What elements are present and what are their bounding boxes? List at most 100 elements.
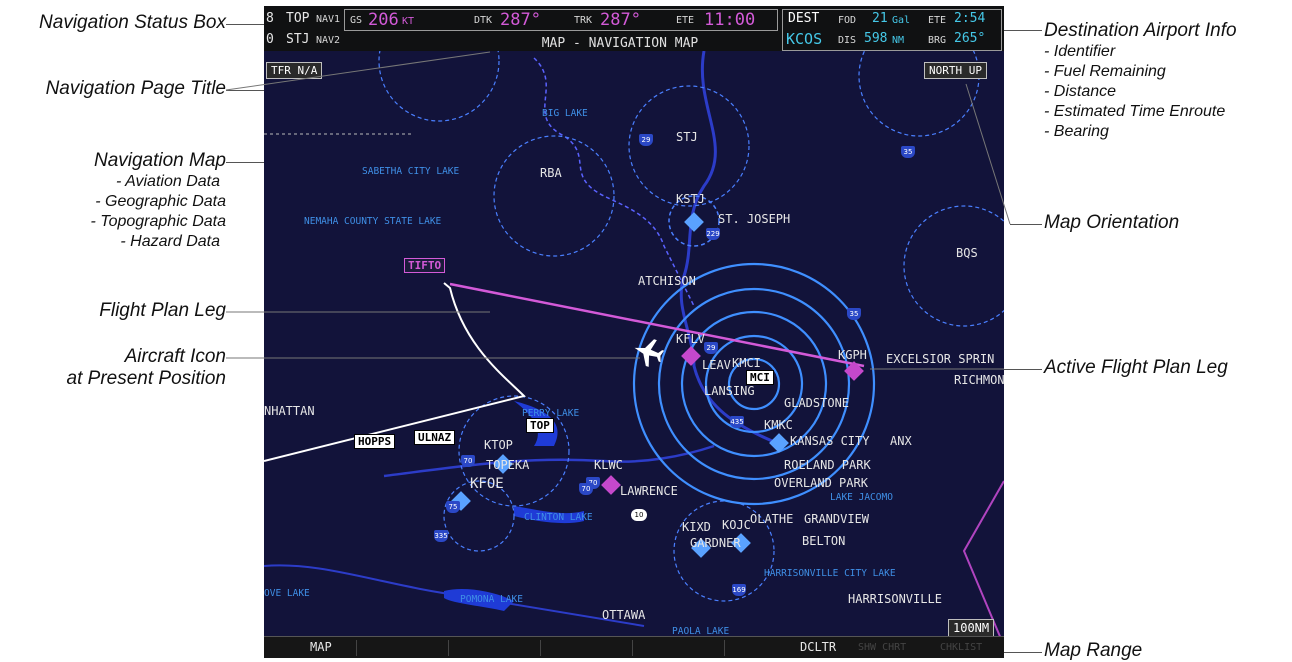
map-label-kfoe: KFOE — [470, 476, 504, 492]
callout-navigation-page-title: Navigation Page Title — [45, 78, 226, 99]
callout-destination-title: Destination Airport Info — [1044, 20, 1237, 41]
callout-active-flight-plan-leg: Active Flight Plan Leg — [1044, 357, 1228, 378]
tfr-status: TFR N/A — [266, 62, 323, 79]
callout-navigation-map-item: - Aviation Data — [115, 173, 220, 190]
dest-id: KCOS — [786, 30, 823, 48]
map-water-ove: OVE LAKE — [264, 588, 310, 599]
callout-destination-airport-info: Destination Airport Info - Identifier - … — [1044, 20, 1237, 142]
map-water-pomona: POMONA LAKE — [460, 594, 523, 605]
map-water-big-lake: BIG LAKE — [542, 108, 588, 119]
highway-shield-icon: 10 — [631, 509, 647, 521]
navigation-map[interactable] — [264, 6, 1004, 658]
ete-label: ETE — [676, 15, 695, 26]
leader-line — [1004, 369, 1042, 370]
map-label-leavenworth: LEAV — [702, 358, 731, 372]
softkey-divider — [724, 640, 725, 656]
highway-shield-icon: 70 — [579, 483, 593, 495]
callout-destination-item: - Identifier — [1044, 43, 1116, 60]
callout-destination-item: - Bearing — [1044, 123, 1109, 140]
map-label-harrisonville: HARRISONVILLE — [848, 592, 942, 606]
highway-shield-icon: 435 — [730, 416, 744, 428]
map-label-lansing: LANSING — [704, 384, 755, 398]
mfd-display: 8 TOP NAV1 0 STJ NAV2 GS 206 KT DTK 287°… — [264, 6, 1004, 658]
callout-aircraft-icon-line1: Aircraft Icon — [124, 346, 226, 367]
ete2-label: ETE — [928, 15, 947, 26]
map-orientation[interactable]: NORTH UP — [924, 62, 987, 79]
nav1-marker: 8 — [266, 11, 274, 26]
dis-value: 598 — [864, 31, 888, 46]
map-label-bqs: BQS — [956, 246, 978, 260]
callout-destination-item: - Fuel Remaining — [1044, 63, 1166, 80]
map-range[interactable]: 100NM — [948, 619, 995, 637]
map-label-gladstone: GLADSTONE — [784, 396, 850, 410]
map-label-st-joseph: ST. JOSEPH — [718, 212, 791, 226]
map-label-grandview: GRANDVIEW — [804, 512, 870, 526]
map-label-kixd: KIXD — [682, 520, 711, 534]
highway-shield-icon: 70 — [461, 455, 475, 467]
dtk-label: DTK — [474, 15, 493, 26]
leader-line — [226, 90, 266, 91]
waypoint-tifto[interactable]: TIFTO — [404, 258, 446, 273]
highway-shield-icon: 29 — [704, 342, 718, 354]
map-water-clinton: CLINTON LAKE — [524, 512, 593, 523]
highway-shield-icon: 29 — [639, 134, 653, 146]
map-label-topeka: TOPEKA — [486, 458, 530, 472]
map-label-stj: STJ — [676, 130, 698, 144]
leader-line — [1004, 652, 1042, 653]
map-label-kmkc: KMKC — [764, 418, 793, 432]
trk-value: 287° — [600, 10, 641, 30]
softkey-shw-chrt[interactable]: SHW CHRT — [858, 642, 906, 653]
callout-aircraft-icon-line2: at Present Position — [66, 368, 226, 389]
leader-line — [1004, 30, 1042, 31]
ete-value: 11:00 — [704, 10, 756, 30]
callout-destination-item: - Distance — [1044, 83, 1117, 100]
softkey-chklist[interactable]: CHKLIST — [940, 642, 982, 653]
map-label-kojc: KOJC — [722, 518, 751, 532]
map-label-ktop: KTOP — [484, 438, 513, 452]
map-label-kflv: KFLV — [676, 332, 705, 346]
nav2-marker: 0 — [266, 32, 274, 47]
map-label-belton: BELTON — [802, 534, 846, 548]
softkey-divider — [448, 640, 449, 656]
trk-label: TRK — [574, 15, 593, 26]
map-water-sabetha: SABETHA CITY LAKE — [362, 166, 460, 177]
softkey-map[interactable]: MAP — [310, 640, 332, 654]
highway-shield-icon: 335 — [434, 530, 448, 542]
map-label-lawrence: LAWRENCE — [620, 484, 678, 498]
fod-unit: Gal — [892, 15, 911, 26]
map-label-kgph: KGPH — [838, 348, 867, 362]
brg-value: 265° — [954, 31, 986, 46]
fod-label: FOD — [838, 15, 857, 26]
gs-unit: KT — [402, 16, 415, 27]
callout-navigation-status-box: Navigation Status Box — [39, 12, 226, 33]
waypoint-top[interactable]: TOP — [526, 418, 554, 433]
highway-shield-icon: 35 — [847, 308, 861, 320]
leader-line — [226, 24, 266, 25]
callout-navigation-map-title: Navigation Map — [93, 150, 226, 171]
leader-line — [226, 162, 266, 163]
map-label-roeland-park: ROELAND PARK — [784, 458, 871, 472]
waypoint-ulnaz[interactable]: ULNAZ — [414, 430, 456, 445]
softkey-dcltr[interactable]: DCLTR — [800, 640, 836, 654]
waypoint-mci[interactable]: MCI — [746, 370, 774, 385]
callout-navigation-map-item: - Hazard Data — [120, 233, 220, 250]
nav2-id: STJ — [286, 32, 310, 47]
callout-navigation-map-item: - Topographic Data — [90, 213, 227, 230]
airspace-stj — [628, 85, 750, 207]
navigation-status-bar: 8 TOP NAV1 0 STJ NAV2 GS 206 KT DTK 287°… — [264, 6, 1004, 51]
callout-flight-plan-leg: Flight Plan Leg — [99, 300, 226, 321]
nav1-id: TOP — [286, 11, 310, 26]
callout-map-orientation: Map Orientation — [1044, 212, 1180, 233]
dtk-value: 287° — [500, 10, 541, 30]
airspace-bqs — [903, 205, 1004, 327]
dis-label: DIS — [838, 35, 857, 46]
gs-value: 206 — [368, 10, 399, 30]
map-label-manhattan: NHATTAN — [264, 404, 315, 418]
callout-destination-item: - Estimated Time Enroute — [1044, 103, 1226, 120]
callout-map-range: Map Range — [1044, 640, 1143, 661]
softkey-divider — [356, 640, 357, 656]
state-boundary — [533, 57, 695, 307]
map-label-ottawa: OTTAWA — [602, 608, 646, 622]
waypoint-hopps[interactable]: HOPPS — [354, 434, 396, 449]
map-label-atchison: ATCHISON — [638, 274, 696, 288]
